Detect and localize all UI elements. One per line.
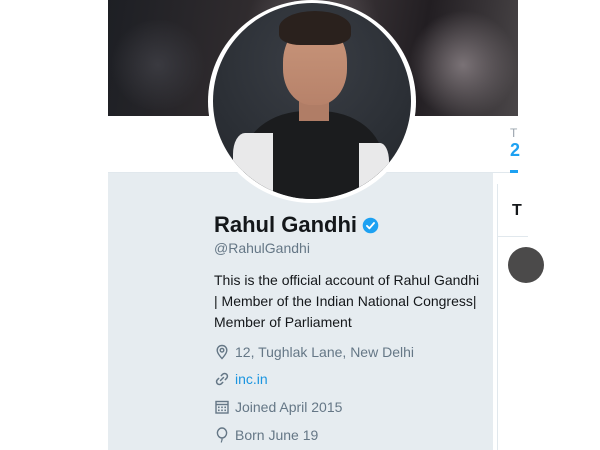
- profile-joined-date: Joined April 2015: [235, 399, 343, 415]
- avatar-shirt: [233, 133, 273, 199]
- verified-badge-icon: [362, 217, 379, 233]
- link-icon: [215, 372, 229, 386]
- calendar-icon: [215, 400, 229, 414]
- avatar-shirt: [359, 143, 389, 199]
- nav-stat-value[interactable]: 2: [510, 140, 520, 161]
- location-pin-icon: [216, 344, 228, 360]
- active-tab-indicator: [510, 170, 518, 173]
- nav-stat-label[interactable]: T: [510, 126, 517, 140]
- profile-handle[interactable]: @RahulGandhi: [214, 240, 310, 256]
- profile-website-row: inc.in: [214, 371, 268, 387]
- tweet-avatar[interactable]: [508, 247, 544, 283]
- profile-avatar[interactable]: [208, 0, 416, 203]
- birthday-balloon-icon: [216, 427, 228, 443]
- profile-location-row: 12, Tughlak Lane, New Delhi: [214, 344, 414, 360]
- divider: [498, 236, 528, 237]
- timeline-column: T: [497, 184, 544, 450]
- banner-shade: [408, 10, 518, 116]
- profile-location: 12, Tughlak Lane, New Delhi: [235, 344, 414, 360]
- avatar-hair: [279, 11, 351, 45]
- profile-birthday-row: Born June 19: [214, 427, 318, 443]
- avatar-photo: [213, 3, 411, 199]
- timeline-heading: T: [512, 202, 522, 219]
- profile-name[interactable]: Rahul Gandhi: [214, 212, 357, 238]
- profile-bio: This is the official account of Rahul Ga…: [214, 272, 480, 330]
- profile-joined-row: Joined April 2015: [214, 399, 342, 415]
- profile-birthday: Born June 19: [235, 427, 319, 443]
- profile-name-row: Rahul Gandhi: [214, 212, 379, 238]
- banner-shade: [108, 20, 208, 110]
- profile-website-link[interactable]: inc.in: [235, 371, 268, 387]
